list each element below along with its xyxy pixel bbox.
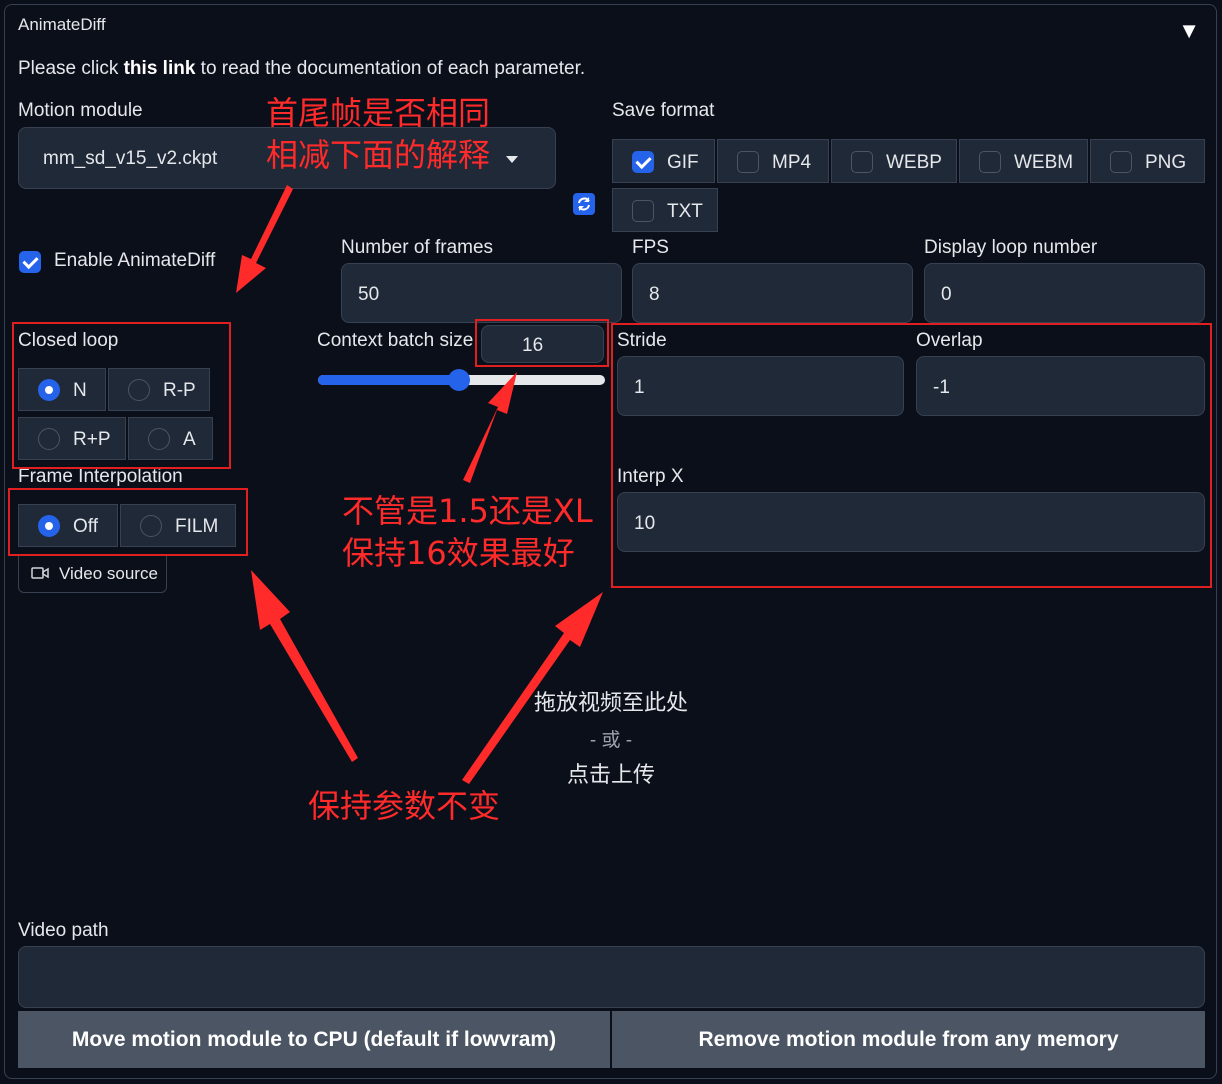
annotation-text-2: 不管是1.5还是XL 保持16效果最好 bbox=[342, 492, 593, 572]
annotation-text-1: 首尾帧是否相同 相减下面的解释 bbox=[266, 94, 491, 174]
annotation-arrows bbox=[236, 185, 603, 784]
annotation-text-3: 保持参数不变 bbox=[308, 787, 501, 825]
